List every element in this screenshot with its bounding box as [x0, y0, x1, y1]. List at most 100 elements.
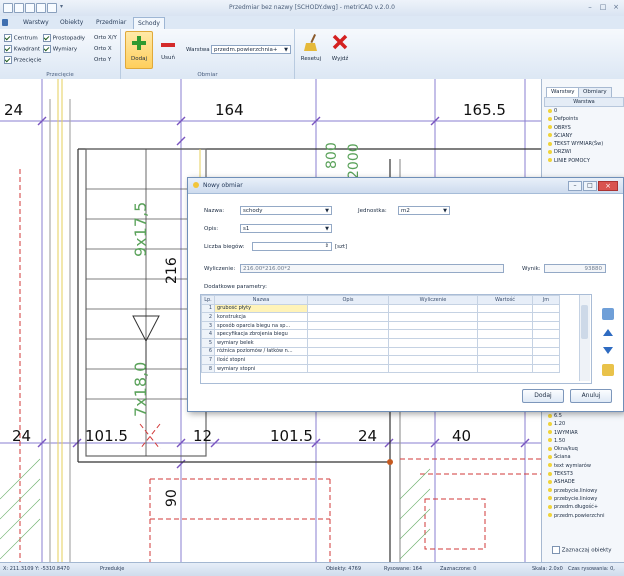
- snap-point: [387, 459, 393, 465]
- col-wartosc[interactable]: Wartość: [477, 295, 533, 305]
- name-select[interactable]: schody ▼: [240, 206, 332, 215]
- dialog-minimize-icon[interactable]: –: [568, 181, 582, 191]
- opt-przeciecie[interactable]: Przecięcie: [4, 56, 41, 64]
- edit-param-icon[interactable]: [602, 364, 614, 376]
- new-measurement-dialog: Nowy obmiar – □ × Nazwa: schody ▼ Jednost…: [187, 177, 624, 412]
- tab-obiekty[interactable]: Obiekty: [56, 17, 87, 29]
- layer-row[interactable]: Okna/kuq: [544, 445, 622, 453]
- layer-row[interactable]: przedm.powierzchni: [544, 512, 622, 520]
- lightbulb-icon: [548, 446, 552, 451]
- group-obmiar: Dodaj Usuń Warstwa przedm.powierzchnia+ ▼…: [121, 29, 295, 79]
- col-wyliczenie[interactable]: Wyliczenie: [388, 295, 478, 305]
- app-button-icon[interactable]: [2, 19, 8, 26]
- close-x-icon: [332, 34, 348, 50]
- layer-row[interactable]: OBRYS: [544, 124, 622, 132]
- ortho-x[interactable]: Orto X: [94, 46, 112, 52]
- lightbulb-icon: [548, 421, 552, 426]
- maximize-icon[interactable]: □: [597, 3, 609, 12]
- close-icon[interactable]: ×: [610, 3, 622, 12]
- param-name-cell[interactable]: wymiary belek: [214, 337, 308, 348]
- spinner-icon[interactable]: ⇕: [325, 242, 329, 250]
- layer-row[interactable]: Ściana: [544, 453, 622, 461]
- select-objects-checkbox[interactable]: Zaznaczaj obiekty: [552, 546, 612, 554]
- table-row[interactable]: 4 specyfikacja zbrojenia biegu: [201, 329, 560, 339]
- layer-row[interactable]: 1.50: [544, 437, 622, 445]
- dim-bottom-2: 101.5: [85, 427, 128, 445]
- arrow-down-icon: [603, 347, 613, 354]
- add-button[interactable]: Dodaj: [125, 31, 153, 69]
- table-row[interactable]: 3 sposób oparcia biegu na sp...: [201, 320, 560, 331]
- runs-unit: [szt]: [335, 244, 348, 250]
- formula-field[interactable]: 216.00*216.00*2: [240, 264, 504, 273]
- cancel-button[interactable]: Anuluj: [570, 389, 612, 403]
- param-name-cell[interactable]: konstrukcja: [214, 312, 308, 322]
- lightbulb-icon: [548, 438, 552, 443]
- lightbulb-icon: [548, 149, 552, 154]
- delete-param-icon[interactable]: [602, 308, 614, 320]
- opt-centrum[interactable]: Centrum: [4, 34, 38, 42]
- add-button-label: Dodaj: [131, 56, 147, 62]
- table-row[interactable]: 8 wymiary stopni: [201, 363, 560, 374]
- layer-row[interactable]: przebycie.liniowy: [544, 495, 622, 503]
- layer-row[interactable]: TEKST WYMIAR(Św): [544, 140, 622, 148]
- layer-row[interactable]: LINIE POMOCY: [544, 157, 622, 165]
- table-row[interactable]: 1 grubość płyty: [201, 303, 560, 314]
- opt-kwadrant[interactable]: Kwadrant: [4, 45, 40, 53]
- layer-row[interactable]: 1WYMIAR: [544, 429, 622, 437]
- desc-select[interactable]: s1 ▼: [240, 224, 332, 233]
- exit-button[interactable]: Wyjdź: [328, 31, 352, 67]
- add-button[interactable]: Dodaj: [522, 389, 564, 403]
- opt-wymiary[interactable]: Wymiary: [43, 45, 77, 53]
- status-coords: X: 211.3109 Y: -5310.8470: [3, 566, 70, 572]
- layer-row[interactable]: DRZWI: [544, 148, 622, 156]
- dim-bottom-6: 40: [452, 427, 471, 445]
- ortho-xy[interactable]: Orto X/Y: [94, 35, 117, 41]
- layer-row[interactable]: text wymiarów: [544, 462, 622, 470]
- layer-row[interactable]: Defpoints: [544, 115, 622, 123]
- param-name-cell[interactable]: wymiary stopni: [214, 363, 308, 374]
- layer-row[interactable]: 1.20: [544, 420, 622, 428]
- layer-list-bottom: 6.5 1.20 1WYMIAR 1.50 Okna/kuq Ściana te…: [544, 412, 622, 520]
- layers-header: Warstwa: [544, 97, 624, 107]
- arrow-up-icon: [603, 329, 613, 336]
- layer-row[interactable]: ASHADE: [544, 478, 622, 486]
- lightbulb-icon: [548, 125, 552, 130]
- remove-button[interactable]: Usuń: [155, 31, 181, 67]
- param-name-cell[interactable]: sposób oparcia biegu na sp...: [214, 320, 308, 331]
- name-label: Nazwa:: [204, 208, 225, 214]
- table-row[interactable]: 6 różnica poziomów / łatków n...: [201, 346, 560, 357]
- chevron-down-icon: ▼: [325, 208, 329, 214]
- layer-row[interactable]: TEKST3: [544, 470, 622, 478]
- layer-row[interactable]: 6.5: [544, 412, 622, 420]
- runs-stepper[interactable]: ⇕: [252, 242, 332, 251]
- dialog-icon: [193, 182, 199, 188]
- table-row[interactable]: 5 wymiary belek: [201, 337, 560, 348]
- layer-row[interactable]: 0: [544, 107, 622, 115]
- scrollbar-thumb[interactable]: [581, 305, 588, 339]
- col-jm[interactable]: Jm: [532, 295, 560, 305]
- opt-prostopadly[interactable]: Prostopadły: [43, 34, 85, 42]
- table-row[interactable]: 7 ilość stopni: [201, 355, 560, 365]
- layer-row[interactable]: przedm.długość+: [544, 503, 622, 511]
- param-name-cell[interactable]: specyfikacja zbrojenia biegu: [214, 329, 308, 339]
- ortho-y[interactable]: Orto Y: [94, 57, 111, 63]
- move-up-icon[interactable]: [602, 328, 614, 340]
- dialog-close-icon[interactable]: ×: [598, 181, 618, 191]
- param-name-cell[interactable]: różnica poziomów / łatków n...: [214, 346, 308, 357]
- tab-warstwy[interactable]: Warstwy: [19, 17, 53, 29]
- params-scrollbar[interactable]: [579, 295, 590, 381]
- table-row[interactable]: 2 konstrukcja: [201, 312, 560, 322]
- tab-przedmiar[interactable]: Przedmiar: [92, 17, 130, 29]
- param-name-cell[interactable]: ilość stopni: [214, 355, 308, 365]
- minimize-icon[interactable]: –: [584, 3, 596, 12]
- layer-select[interactable]: przedm.powierzchnia+ ▼: [211, 45, 291, 54]
- layer-row[interactable]: ŚCIANY: [544, 132, 622, 140]
- reset-button[interactable]: Resetuj: [300, 31, 322, 67]
- layer-row[interactable]: przebycie.liniowy: [544, 487, 622, 495]
- unit-select[interactable]: m2 ▼: [398, 206, 450, 215]
- move-down-icon[interactable]: [602, 343, 614, 355]
- col-opis[interactable]: Opis: [307, 295, 389, 305]
- param-name-cell[interactable]: grubość płyty: [214, 303, 308, 314]
- col-nazwa[interactable]: Nazwa: [214, 295, 308, 305]
- dialog-maximize-icon[interactable]: □: [583, 181, 597, 191]
